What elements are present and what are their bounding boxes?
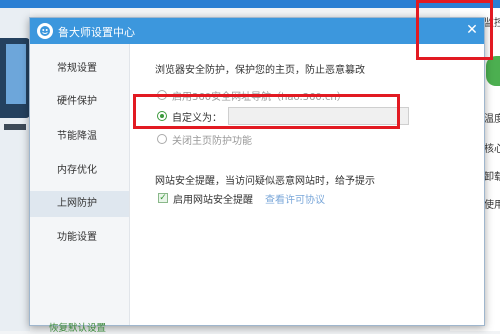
option-custom-homepage[interactable]: 自定义为： (157, 106, 409, 126)
radio-custom-homepage[interactable] (157, 111, 167, 121)
bg-label-usage: 使用 (484, 200, 500, 211)
close-button[interactable]: ✕ (462, 20, 482, 40)
radio-360-nav[interactable] (157, 90, 167, 100)
monitor-stand (4, 124, 26, 130)
site-alert-label[interactable]: 启用网站安全提醒 (173, 191, 253, 206)
settings-dialog: 鲁大师设置中心 ✕ 常规设置 硬件保护 节能降温 内存优化 上网防护 功能设置 … (29, 17, 485, 334)
site-alert-checkbox[interactable]: ✓ (158, 193, 168, 203)
dialog-titlebar[interactable]: 鲁大师设置中心 ✕ (30, 18, 484, 44)
status-indicator (486, 56, 500, 86)
ludashi-logo-icon (37, 23, 53, 39)
background-topbar (0, 0, 500, 8)
option-custom-label: 自定义为： (172, 112, 222, 124)
sidebar-item-general[interactable]: 常规设置 (30, 56, 129, 82)
sidebar-item-memory-optimization[interactable]: 内存优化 (30, 158, 129, 184)
site-alert-heading: 网站安全提醒，当访问疑似恶意网站时，给予提示 (155, 176, 375, 187)
bg-label-core: 核心 (484, 144, 500, 155)
restore-defaults-link[interactable]: 恢复默认设置 (49, 320, 106, 334)
dialog-title: 鲁大师设置中心 (58, 26, 135, 39)
monitor-screen (6, 44, 26, 104)
sidebar-item-web-protection[interactable]: 上网防护 (30, 191, 129, 217)
homepage-protection-heading: 浏览器安全防护，保护您的主页，防止恶意篡改 (155, 65, 365, 76)
site-alert-row: ✓ 启用网站安全提醒 查看许可协议 (158, 190, 325, 206)
sidebar-item-feature-settings[interactable]: 功能设置 (30, 225, 129, 251)
bg-label-uninstall: 卸载 (484, 172, 500, 183)
bg-label-temperature: 温度 (484, 114, 500, 125)
option-disable-protection[interactable]: 关闭主页防护功能 (157, 131, 252, 147)
option-disable-label: 关闭主页防护功能 (172, 135, 252, 147)
option-360-nav-label: 启用360安全网址导航（hao.360.cn） (172, 91, 347, 103)
settings-content: 浏览器安全防护，保护您的主页，防止恶意篡改 启用360安全网址导航（hao.36… (130, 44, 484, 325)
custom-homepage-input[interactable] (228, 107, 409, 125)
view-agreement-link[interactable]: 查看许可协议 (265, 191, 325, 206)
settings-sidebar: 常规设置 硬件保护 节能降温 内存优化 上网防护 功能设置 恢复默认设置 (30, 44, 130, 334)
sidebar-item-hardware-protection[interactable]: 硬件保护 (30, 89, 129, 115)
option-360-nav[interactable]: 启用360安全网址导航（hao.360.cn） (157, 87, 347, 103)
radio-disable-protection[interactable] (157, 134, 167, 144)
bg-label-monitor: 监控 (484, 18, 500, 29)
sidebar-item-energy-saving[interactable]: 节能降温 (30, 124, 129, 150)
